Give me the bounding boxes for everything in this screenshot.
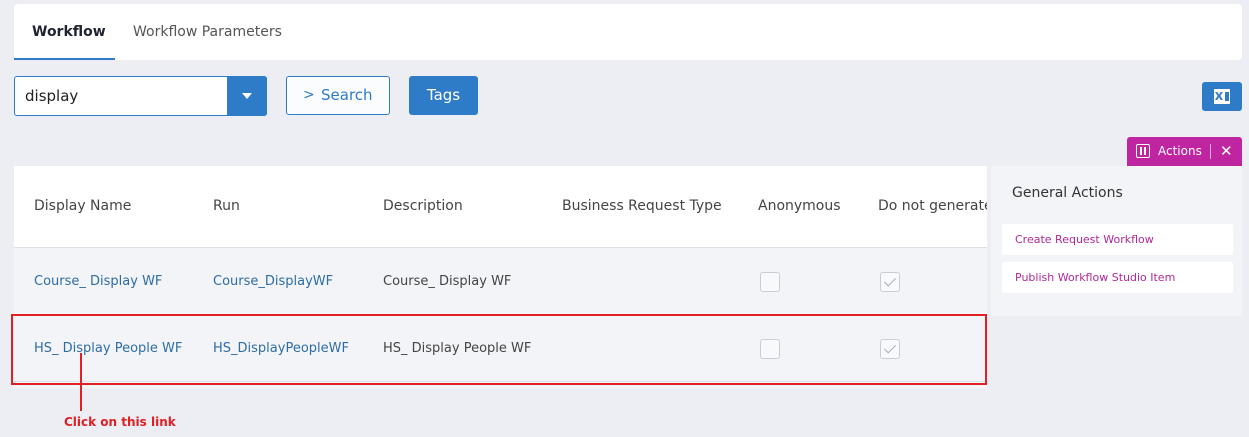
chevron-right-icon: >	[303, 87, 315, 103]
header-description[interactable]: Description	[383, 166, 463, 246]
excel-icon-glyph: X	[1214, 89, 1224, 104]
search-button[interactable]: > Search	[286, 76, 390, 115]
actions-divider	[1210, 144, 1211, 159]
table-row: Course_ Display WF Course_DisplayWF Cour…	[14, 249, 987, 315]
select-value: display	[25, 87, 79, 105]
table-header: Display Name Run Description Business Re…	[14, 166, 987, 248]
actions-button[interactable]: Actions ✕	[1127, 137, 1242, 166]
anonymous-checkbox[interactable]	[760, 272, 780, 292]
general-actions-title: General Actions	[1012, 185, 1123, 201]
chevron-down-icon[interactable]	[227, 76, 267, 116]
do-not-generate-checkbox[interactable]	[880, 272, 900, 292]
annotation-pointer-line	[80, 353, 82, 411]
excel-icon: X	[1214, 89, 1230, 104]
tags-button[interactable]: Tags	[409, 76, 478, 115]
general-actions-panel: General Actions Create Request Workflow …	[991, 166, 1242, 316]
annotation-highlight-box	[11, 314, 987, 385]
publish-workflow-studio-item-link[interactable]: Publish Workflow Studio Item	[1002, 262, 1233, 293]
workflow-filter-select[interactable]: display	[14, 76, 267, 116]
header-display-name[interactable]: Display Name	[34, 166, 131, 246]
header-do-not-generate[interactable]: Do not generate	[878, 166, 987, 246]
sliders-icon	[1136, 144, 1150, 158]
export-excel-button[interactable]: X	[1202, 82, 1242, 111]
header-business-request-type[interactable]: Business Request Type	[562, 166, 722, 246]
create-request-workflow-link[interactable]: Create Request Workflow	[1002, 224, 1233, 255]
tab-workflow[interactable]: Workflow	[32, 4, 106, 60]
tab-workflow-parameters[interactable]: Workflow Parameters	[133, 4, 282, 60]
annotation-callout: Click on this link	[64, 415, 176, 429]
close-icon[interactable]: ✕	[1220, 137, 1233, 166]
search-button-label: Search	[321, 86, 373, 104]
row-run-link[interactable]: Course_DisplayWF	[213, 249, 333, 315]
active-tab-indicator	[14, 58, 115, 60]
header-anonymous[interactable]: Anonymous	[758, 166, 841, 246]
actions-label: Actions	[1158, 144, 1202, 158]
tab-bar: Workflow Workflow Parameters	[14, 4, 1242, 60]
row-description: Course_ Display WF	[383, 274, 512, 289]
row-display-name-link[interactable]: Course_ Display WF	[34, 249, 162, 315]
header-run[interactable]: Run	[213, 166, 240, 246]
